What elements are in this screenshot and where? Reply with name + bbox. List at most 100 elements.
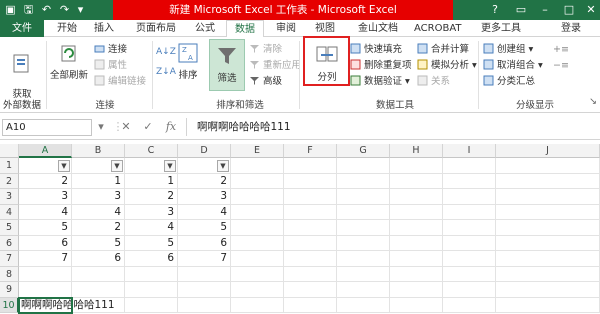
close-icon[interactable]: ✕ <box>578 0 600 20</box>
tab-kdocs[interactable]: 金山文档 <box>358 20 398 37</box>
cell-i3[interactable] <box>443 189 496 205</box>
undo-icon[interactable]: ↶ <box>40 3 53 16</box>
customize-qat-icon[interactable]: ▾ <box>74 3 87 16</box>
filter-dropdown-d[interactable]: ▼ <box>217 160 229 172</box>
cell-j9[interactable] <box>496 282 600 298</box>
cell-h8[interactable] <box>390 267 443 283</box>
cell-d6[interactable]: 6 <box>178 236 231 252</box>
cell-d8[interactable] <box>178 267 231 283</box>
row-header-5[interactable]: 5 <box>0 220 19 236</box>
cell-g1[interactable] <box>337 158 390 174</box>
cell-f10[interactable] <box>284 298 337 314</box>
clear-button[interactable]: 清除 <box>249 43 282 57</box>
cell-e5[interactable] <box>231 220 284 236</box>
edit-links-button[interactable]: 编辑链接 <box>94 75 146 89</box>
cell-h6[interactable] <box>390 236 443 252</box>
cell-a2[interactable]: 2 <box>19 174 72 190</box>
cell-j3[interactable] <box>496 189 600 205</box>
cell-f7[interactable] <box>284 251 337 267</box>
row-header-3[interactable]: 3 <box>0 189 19 205</box>
cell-c2[interactable]: 1 <box>125 174 178 190</box>
cell-b8[interactable] <box>72 267 125 283</box>
get-external-data-button[interactable]: 获取 外部数据 <box>2 41 42 111</box>
remove-duplicates-button[interactable]: 删除重复项 <box>350 59 412 73</box>
minimize-icon[interactable]: – <box>532 0 558 20</box>
properties-button[interactable]: 属性 <box>94 59 127 73</box>
cell-g6[interactable] <box>337 236 390 252</box>
cell-e6[interactable] <box>231 236 284 252</box>
column-header-g[interactable]: G <box>337 144 390 158</box>
show-detail-icon[interactable]: +≡ <box>553 43 569 57</box>
cell-i10[interactable] <box>443 298 496 314</box>
row-header-4[interactable]: 4 <box>0 205 19 221</box>
cell-b7[interactable]: 6 <box>72 251 125 267</box>
cell-c5[interactable]: 4 <box>125 220 178 236</box>
cell-b9[interactable] <box>72 282 125 298</box>
column-header-d[interactable]: D <box>178 144 231 158</box>
cell-c8[interactable] <box>125 267 178 283</box>
cell-a7[interactable]: 7 <box>19 251 72 267</box>
advanced-button[interactable]: 高级 <box>249 75 282 89</box>
cell-i1[interactable] <box>443 158 496 174</box>
tab-formulas[interactable]: 公式 <box>195 20 215 37</box>
enter-icon[interactable]: ✓ <box>140 119 156 135</box>
cell-b2[interactable]: 1 <box>72 174 125 190</box>
help-button[interactable]: ? <box>482 0 508 20</box>
ungroup-button[interactable]: 取消组合 ▾ <box>483 59 543 73</box>
outline-launcher-icon[interactable]: ↘ <box>589 95 597 109</box>
cell-c3[interactable]: 2 <box>125 189 178 205</box>
cell-d2[interactable]: 2 <box>178 174 231 190</box>
cell-j8[interactable] <box>496 267 600 283</box>
filter-dropdown-b[interactable]: ▼ <box>111 160 123 172</box>
cell-d4[interactable]: 4 <box>178 205 231 221</box>
cell-i4[interactable] <box>443 205 496 221</box>
tab-view[interactable]: 视图 <box>315 20 335 37</box>
row-header-10[interactable]: 10 <box>0 298 19 314</box>
cell-c7[interactable]: 6 <box>125 251 178 267</box>
cell-g5[interactable] <box>337 220 390 236</box>
column-header-b[interactable]: B <box>72 144 125 158</box>
cell-e3[interactable] <box>231 189 284 205</box>
tab-file[interactable]: 文件 <box>0 20 44 37</box>
subtotal-button[interactable]: 分类汇总 <box>483 75 535 89</box>
cell-i5[interactable] <box>443 220 496 236</box>
cell-a3[interactable]: 3 <box>19 189 72 205</box>
cell-h4[interactable] <box>390 205 443 221</box>
cell-h7[interactable] <box>390 251 443 267</box>
row-header-1[interactable]: 1 <box>0 158 19 174</box>
cell-f1[interactable] <box>284 158 337 174</box>
tab-home[interactable]: 开始 <box>57 20 77 37</box>
sort-za-button[interactable]: Z↓A <box>156 65 176 79</box>
cell-b4[interactable]: 4 <box>72 205 125 221</box>
save-icon[interactable]: 🖫 <box>22 3 35 16</box>
tab-insert[interactable]: 插入 <box>94 20 114 37</box>
refresh-all-button[interactable]: 全部刷新 <box>49 41 89 81</box>
flash-fill-button[interactable]: 快速填充 <box>350 43 402 57</box>
connections-button[interactable]: 连接 <box>94 43 127 57</box>
column-header-j[interactable]: J <box>496 144 600 158</box>
cell-d7[interactable]: 7 <box>178 251 231 267</box>
cell-e8[interactable] <box>231 267 284 283</box>
row-header-7[interactable]: 7 <box>0 251 19 267</box>
cell-c6[interactable]: 5 <box>125 236 178 252</box>
cell-g2[interactable] <box>337 174 390 190</box>
cell-e4[interactable] <box>231 205 284 221</box>
tab-more-tools[interactable]: 更多工具 <box>481 20 521 37</box>
data-validation-button[interactable]: 数据验证 ▾ <box>350 75 410 89</box>
cell-c4[interactable]: 3 <box>125 205 178 221</box>
row-header-9[interactable]: 9 <box>0 282 19 298</box>
cell-j10[interactable] <box>496 298 600 314</box>
namebox-dropdown-icon[interactable]: ▾ <box>93 119 109 135</box>
cell-j5[interactable] <box>496 220 600 236</box>
filter-button[interactable]: 筛选 <box>209 39 245 91</box>
cell-h2[interactable] <box>390 174 443 190</box>
cell-i8[interactable] <box>443 267 496 283</box>
cell-b6[interactable]: 5 <box>72 236 125 252</box>
cell-f9[interactable] <box>284 282 337 298</box>
sort-button[interactable]: ZA 排序 <box>174 41 202 81</box>
consolidate-button[interactable]: 合并计算 <box>417 43 469 57</box>
cell-j4[interactable] <box>496 205 600 221</box>
cell-f2[interactable] <box>284 174 337 190</box>
filter-dropdown-a[interactable]: ▼ <box>58 160 70 172</box>
cell-e2[interactable] <box>231 174 284 190</box>
